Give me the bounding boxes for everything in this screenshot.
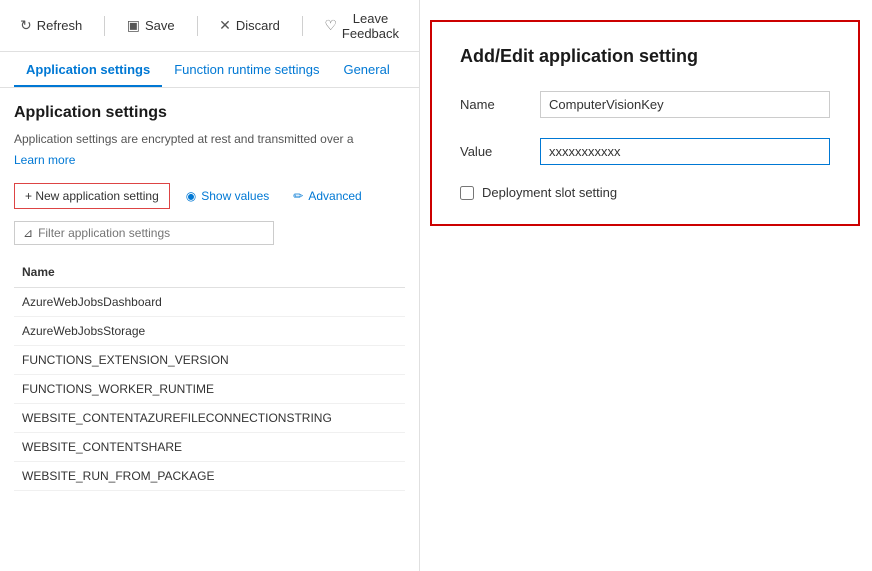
discard-icon: ✕ bbox=[219, 17, 231, 34]
toolbar: ↻ Refresh ▣ Save ✕ Discard ♡ Leave Feedb… bbox=[0, 0, 419, 52]
table-row[interactable]: WEBSITE_CONTENTAZUREFILECONNECTIONSTRING bbox=[14, 404, 405, 433]
add-edit-dialog: Add/Edit application setting Name Value … bbox=[430, 20, 860, 226]
tab-application-settings[interactable]: Application settings bbox=[14, 52, 162, 87]
tab-general[interactable]: General bbox=[331, 52, 401, 87]
save-button[interactable]: ▣ Save bbox=[121, 13, 181, 38]
table-body: AzureWebJobsDashboard AzureWebJobsStorag… bbox=[14, 288, 405, 491]
deployment-slot-label[interactable]: Deployment slot setting bbox=[482, 185, 617, 200]
discard-button[interactable]: ✕ Discard bbox=[213, 13, 286, 38]
table-row[interactable]: FUNCTIONS_EXTENSION_VERSION bbox=[14, 346, 405, 375]
dialog-title: Add/Edit application setting bbox=[460, 46, 830, 67]
table-row[interactable]: WEBSITE_RUN_FROM_PACKAGE bbox=[14, 462, 405, 491]
cell-name: WEBSITE_CONTENTSHARE bbox=[14, 435, 405, 459]
table-row[interactable]: AzureWebJobsStorage bbox=[14, 317, 405, 346]
show-values-icon: ◉ bbox=[186, 189, 196, 203]
filter-icon: ⊿ bbox=[23, 226, 33, 240]
filter-input[interactable] bbox=[38, 226, 265, 240]
content-area: Application settings Application setting… bbox=[0, 88, 419, 507]
action-row: + New application setting ◉ Show values … bbox=[14, 183, 405, 209]
cell-name: AzureWebJobsStorage bbox=[14, 319, 405, 343]
table-row[interactable]: FUNCTIONS_WORKER_RUNTIME bbox=[14, 375, 405, 404]
cell-name: WEBSITE_RUN_FROM_PACKAGE bbox=[14, 464, 405, 488]
deployment-slot-checkbox[interactable] bbox=[460, 186, 474, 200]
section-title: Application settings bbox=[14, 104, 405, 122]
advanced-icon: ✏ bbox=[293, 189, 303, 203]
filter-input-wrap: ⊿ bbox=[14, 221, 274, 245]
tab-app-settings-label: Application settings bbox=[26, 62, 150, 77]
feedback-button[interactable]: ♡ Leave Feedback bbox=[318, 7, 405, 45]
table-row[interactable]: WEBSITE_CONTENTSHARE bbox=[14, 433, 405, 462]
value-label: Value bbox=[460, 144, 540, 159]
value-input[interactable] bbox=[540, 138, 830, 165]
advanced-button[interactable]: ✏ Advanced bbox=[285, 184, 369, 208]
save-label: Save bbox=[145, 18, 175, 33]
table-row[interactable]: AzureWebJobsDashboard bbox=[14, 288, 405, 317]
settings-table: Name AzureWebJobsDashboard AzureWebJobsS… bbox=[14, 257, 405, 491]
cell-name: FUNCTIONS_EXTENSION_VERSION bbox=[14, 348, 405, 372]
feedback-label: Leave Feedback bbox=[342, 11, 399, 41]
deployment-slot-row: Deployment slot setting bbox=[460, 185, 830, 200]
cell-name: FUNCTIONS_WORKER_RUNTIME bbox=[14, 377, 405, 401]
show-values-label: Show values bbox=[201, 189, 269, 203]
tab-function-runtime-settings[interactable]: Function runtime settings bbox=[162, 52, 331, 87]
filter-row: ⊿ bbox=[14, 221, 405, 245]
refresh-label: Refresh bbox=[37, 18, 83, 33]
value-form-row: Value bbox=[460, 138, 830, 165]
tab-func-runtime-label: Function runtime settings bbox=[174, 62, 319, 77]
feedback-icon: ♡ bbox=[324, 17, 337, 34]
save-icon: ▣ bbox=[127, 17, 140, 34]
section-description: Application settings are encrypted at re… bbox=[14, 130, 405, 148]
new-setting-label: + New application setting bbox=[25, 189, 159, 203]
show-values-button[interactable]: ◉ Show values bbox=[178, 184, 278, 208]
discard-label: Discard bbox=[236, 18, 280, 33]
table-header: Name bbox=[14, 257, 405, 288]
name-form-row: Name bbox=[460, 91, 830, 118]
cell-name: AzureWebJobsDashboard bbox=[14, 290, 405, 314]
name-input[interactable] bbox=[540, 91, 830, 118]
tab-general-label: General bbox=[343, 62, 389, 77]
refresh-icon: ↻ bbox=[20, 17, 32, 34]
left-panel: ↻ Refresh ▣ Save ✕ Discard ♡ Leave Feedb… bbox=[0, 0, 420, 571]
tabs-bar: Application settings Function runtime se… bbox=[0, 52, 419, 88]
column-name-header: Name bbox=[14, 261, 405, 283]
new-application-setting-button[interactable]: + New application setting bbox=[14, 183, 170, 209]
cell-name: WEBSITE_CONTENTAZUREFILECONNECTIONSTRING bbox=[14, 406, 405, 430]
advanced-label: Advanced bbox=[308, 189, 361, 203]
name-label: Name bbox=[460, 97, 540, 112]
refresh-button[interactable]: ↻ Refresh bbox=[14, 13, 88, 38]
learn-more-link[interactable]: Learn more bbox=[14, 153, 75, 167]
